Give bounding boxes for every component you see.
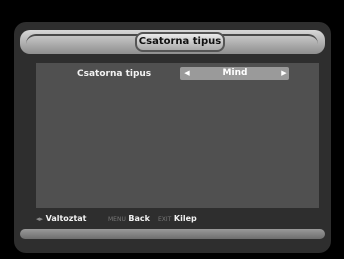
footer-bar (20, 229, 325, 239)
hint-menu: MENU Back (108, 212, 150, 226)
arrow-left-icon[interactable]: ◀ (183, 67, 191, 80)
menu-key-label: MENU (108, 216, 126, 223)
hint-back-label: Back (128, 214, 150, 223)
hint-change-label: Valtoztat (45, 214, 87, 223)
hint-change: ◂▸ Valtoztat (36, 212, 87, 226)
hint-exit: EXIT Kilep (158, 212, 197, 226)
left-right-key-icon: ◂▸ (36, 215, 44, 223)
tv-screen: Csatorna tipus Csatorna tipus ◀ Mind ▶ ◂… (0, 0, 344, 259)
hint-exit-label: Kilep (173, 214, 197, 223)
page-title: Csatorna tipus (138, 36, 222, 47)
setting-value: Mind (222, 68, 248, 78)
exit-key-label: EXIT (158, 216, 172, 223)
setting-label: Csatorna tipus (77, 69, 152, 79)
content-area (36, 63, 319, 208)
arrow-right-icon[interactable]: ▶ (280, 67, 288, 80)
